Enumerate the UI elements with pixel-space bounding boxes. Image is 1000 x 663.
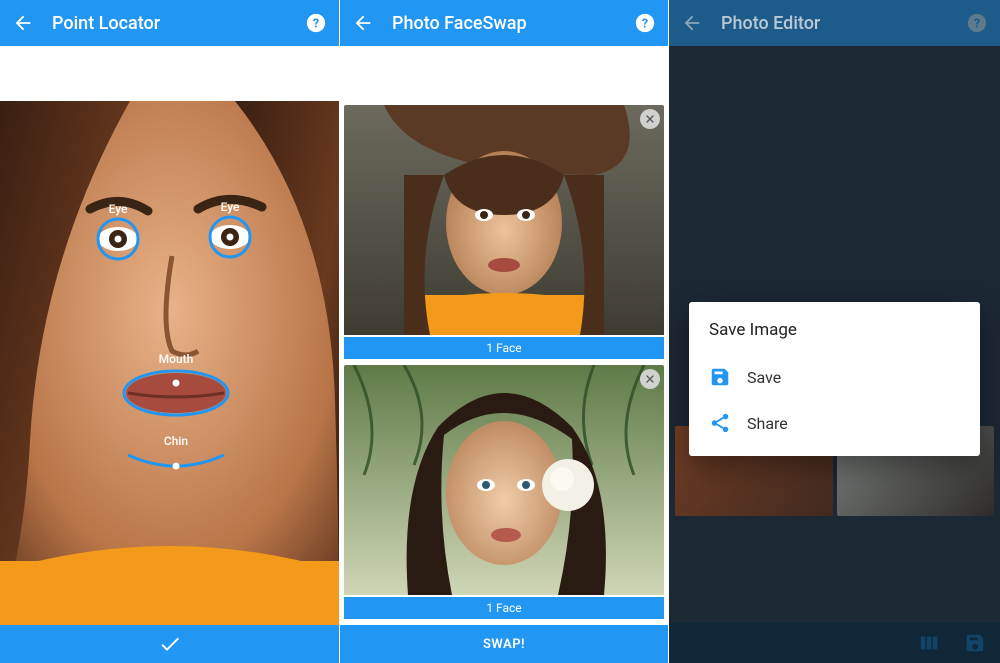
back-button[interactable] xyxy=(679,10,705,36)
mid-topbar: Photo FaceSwap ? xyxy=(340,0,668,46)
arrow-left-icon xyxy=(681,12,703,34)
help-icon: ? xyxy=(966,12,988,34)
save-icon xyxy=(709,366,731,388)
share-icon xyxy=(709,412,731,434)
svg-text:?: ? xyxy=(313,17,319,32)
back-button[interactable] xyxy=(10,10,36,36)
svg-text:?: ? xyxy=(974,17,980,32)
faceswap-area: 1 Face xyxy=(340,101,668,663)
close-icon xyxy=(644,373,656,385)
right-topbar: Photo Editor ? xyxy=(669,0,1000,46)
face-card-caption: 1 Face xyxy=(344,597,664,619)
editor-body: Save Image Save Share xyxy=(669,46,1000,663)
left-topbar: Point Locator ? xyxy=(0,0,339,46)
dialog-action-label: Save xyxy=(747,368,781,387)
help-button[interactable]: ? xyxy=(632,10,658,36)
close-icon xyxy=(644,113,656,125)
face-card[interactable]: 1 Face xyxy=(344,105,664,359)
face-card-caption: 1 Face xyxy=(344,337,664,359)
remove-face-button[interactable] xyxy=(640,369,660,389)
dialog-action-share[interactable]: Share xyxy=(709,400,960,446)
confirm-button[interactable] xyxy=(0,625,339,663)
dialog-action-save[interactable]: Save xyxy=(709,354,960,400)
dialog-title: Save Image xyxy=(709,320,960,340)
dialog-action-label: Share xyxy=(747,414,788,433)
save-dialog: Save Image Save Share xyxy=(689,302,980,456)
right-title: Photo Editor xyxy=(705,13,964,34)
help-icon: ? xyxy=(634,12,656,34)
mid-whitebar xyxy=(340,46,668,101)
help-icon: ? xyxy=(305,12,327,34)
remove-face-button[interactable] xyxy=(640,109,660,129)
chin-label: Chin xyxy=(164,434,188,448)
help-button[interactable]: ? xyxy=(303,10,329,36)
swap-button[interactable]: SWAP! xyxy=(340,625,668,663)
face-card[interactable]: 1 Face xyxy=(344,365,664,619)
arrow-left-icon xyxy=(352,12,374,34)
eye-left-label: Eye xyxy=(109,202,128,216)
left-title: Point Locator xyxy=(36,13,303,34)
arrow-left-icon xyxy=(12,12,34,34)
svg-text:?: ? xyxy=(642,17,648,32)
back-button[interactable] xyxy=(350,10,376,36)
eye-right-label: Eye xyxy=(221,200,240,214)
help-button[interactable]: ? xyxy=(964,10,990,36)
left-whitebar xyxy=(0,46,339,101)
point-locator-canvas[interactable]: Eye Eye Mouth Chin xyxy=(0,101,339,625)
mouth-label: Mouth xyxy=(159,352,194,366)
check-icon xyxy=(158,632,182,656)
mid-title: Photo FaceSwap xyxy=(376,13,632,34)
